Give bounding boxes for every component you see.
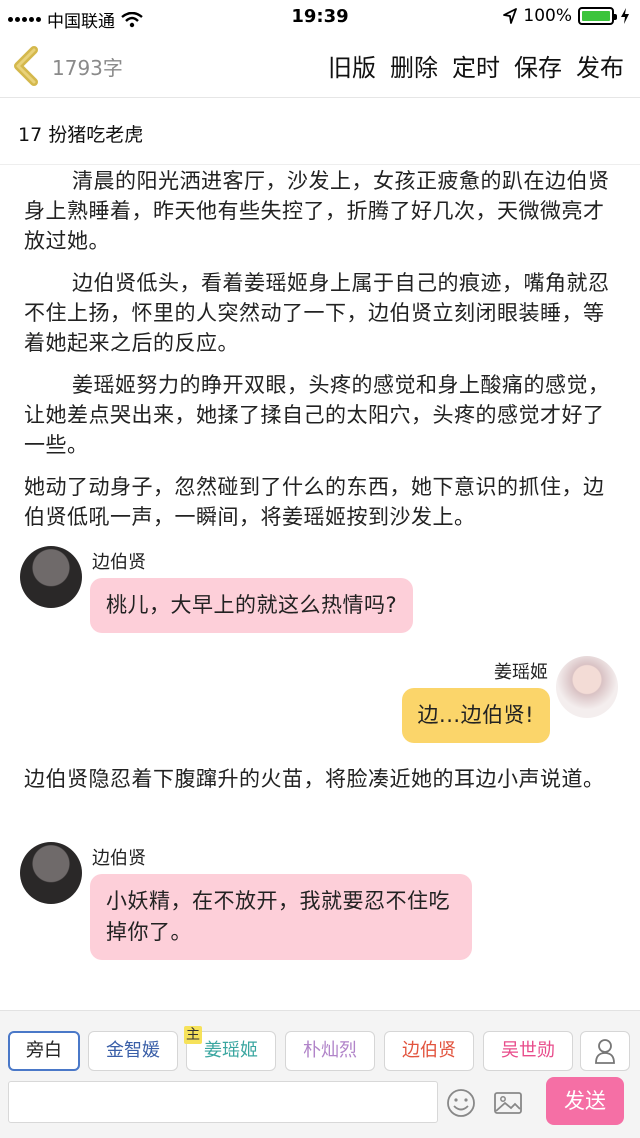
role-label: 边伯贤 bbox=[402, 1040, 456, 1061]
avatar[interactable] bbox=[556, 656, 618, 718]
publish-button[interactable]: 发布 bbox=[576, 48, 624, 83]
image-icon[interactable] bbox=[492, 1087, 524, 1119]
role-label: 姜瑶姬 bbox=[204, 1040, 258, 1061]
message-input[interactable] bbox=[8, 1081, 438, 1123]
battery-icon bbox=[578, 7, 617, 25]
role-chip[interactable]: 金智媛 bbox=[88, 1031, 178, 1071]
add-role-button[interactable] bbox=[580, 1031, 630, 1071]
back-chevron-icon[interactable] bbox=[10, 46, 44, 86]
compose-toolbar: 旁白 金智媛 主 姜瑶姬 朴灿烈 边伯贤 吴世勋 发送 bbox=[0, 1010, 640, 1138]
schedule-button[interactable]: 定时 bbox=[452, 48, 500, 83]
paragraph: 边伯贤低头，看着姜瑶姬身上属于自己的痕迹，嘴角就忍不住上扬，怀里的人突然动了一下… bbox=[24, 271, 610, 355]
person-icon bbox=[595, 1039, 615, 1064]
status-bar: 中国联通 19:39 100% bbox=[0, 0, 640, 36]
save-button[interactable]: 保存 bbox=[514, 48, 562, 83]
location-icon bbox=[503, 8, 518, 24]
message-bubble[interactable]: 桃儿，大早上的就这么热情吗? bbox=[90, 578, 414, 633]
role-label: 吴世勋 bbox=[501, 1040, 555, 1061]
battery-level bbox=[582, 11, 610, 21]
role-chip-narrator[interactable]: 旁白 bbox=[8, 1031, 80, 1071]
paragraph: 边伯贤隐忍着下腹蹿升的火苗，将脸凑近她的耳边小声说道。 bbox=[24, 767, 605, 791]
charging-icon bbox=[621, 8, 629, 24]
paragraph: 清晨的阳光洒进客厅，沙发上，女孩正疲惫的趴在边伯贤身上熟睡着，昨天他有些失控了，… bbox=[24, 169, 610, 253]
battery-percent: 100% bbox=[523, 6, 572, 26]
speaker-name: 边伯贤 bbox=[92, 552, 146, 573]
old-version-button[interactable]: 旧版 bbox=[328, 48, 376, 83]
role-chip[interactable]: 主 姜瑶姬 bbox=[184, 1026, 276, 1071]
story-content: 边伯贤隐忍着下腹蹿升的火苗，将脸凑近她的耳边小声说道。 bbox=[24, 764, 616, 806]
paragraph: 她动了动身子，忽然碰到了什么的东西，她下意识的抓住，边伯贤低吼一声，一瞬间，将姜… bbox=[24, 475, 605, 529]
avatar[interactable] bbox=[20, 546, 82, 608]
header-actions: 旧版 删除 定时 保存 发布 bbox=[328, 48, 624, 83]
role-chip[interactable]: 吴世勋 bbox=[483, 1031, 573, 1071]
status-right: 100% bbox=[503, 6, 630, 26]
chapter-title: 17 扮猪吃老虎 bbox=[18, 124, 144, 146]
editor-header: 1793字 旧版 删除 定时 保存 发布 bbox=[0, 36, 640, 98]
delete-button[interactable]: 删除 bbox=[390, 48, 438, 83]
role-label: 朴灿烈 bbox=[303, 1040, 357, 1061]
main-role-badge: 主 bbox=[184, 1026, 202, 1044]
paragraph: 姜瑶姬努力的睁开双眼，头疼的感觉和身上酸痛的感觉，让她差点哭出来，她揉了揉自己的… bbox=[24, 373, 610, 457]
story-content: 清晨的阳光洒进客厅，沙发上，女孩正疲惫的趴在边伯贤身上熟睡着，昨天他有些失控了，… bbox=[24, 166, 616, 544]
word-count: 1793字 bbox=[52, 56, 123, 80]
role-chip[interactable]: 边伯贤 bbox=[384, 1031, 474, 1071]
chapter-bar[interactable]: 17 扮猪吃老虎 bbox=[0, 99, 640, 165]
speaker-name: 边伯贤 bbox=[92, 848, 146, 869]
message-bubble[interactable]: 小妖精，在不放开，我就要忍不住吃掉你了。 bbox=[90, 874, 472, 960]
role-label: 金智媛 bbox=[106, 1040, 160, 1061]
role-chip[interactable]: 朴灿烈 bbox=[285, 1031, 375, 1071]
role-label: 旁白 bbox=[26, 1040, 62, 1061]
speaker-name: 姜瑶姬 bbox=[494, 662, 548, 683]
emoji-icon[interactable] bbox=[445, 1087, 477, 1119]
chat-message-right: 姜瑶姬 边...边伯贤! bbox=[0, 652, 640, 752]
chat-message-left: 边伯贤 桃儿，大早上的就这么热情吗? bbox=[0, 540, 640, 640]
send-button[interactable]: 发送 bbox=[546, 1077, 624, 1125]
chat-message-left: 边伯贤 小妖精，在不放开，我就要忍不住吃掉你了。 bbox=[0, 836, 640, 966]
avatar[interactable] bbox=[20, 842, 82, 904]
message-bubble[interactable]: 边...边伯贤! bbox=[401, 688, 550, 743]
